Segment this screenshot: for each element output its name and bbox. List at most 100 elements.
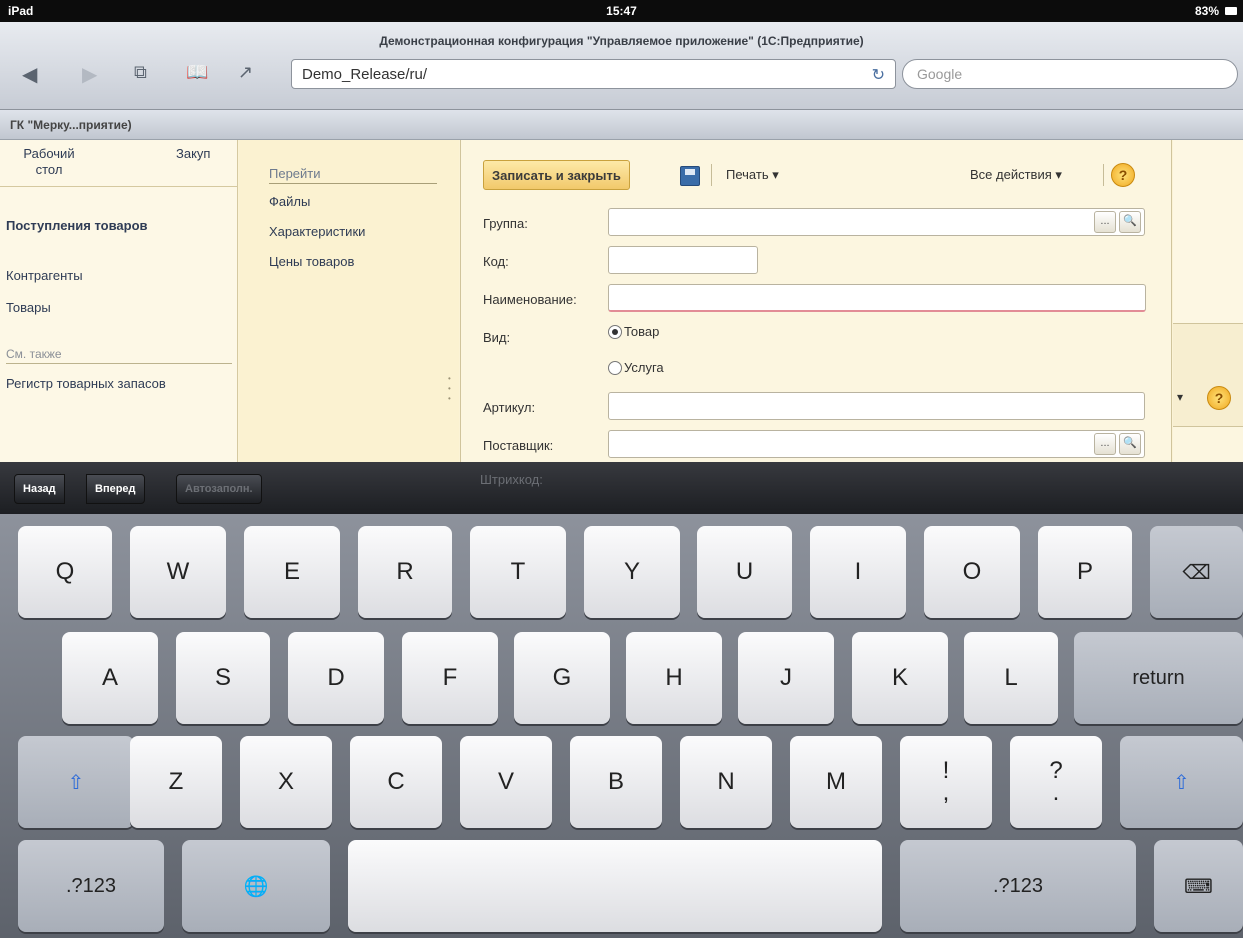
- numbers-key[interactable]: .?123: [18, 840, 164, 932]
- key-i[interactable]: I: [810, 526, 906, 618]
- chevron-down-icon[interactable]: ▾: [1177, 390, 1183, 404]
- key-q[interactable]: Q: [18, 526, 112, 618]
- pages-icon[interactable]: ⧉: [134, 62, 147, 83]
- key-k[interactable]: K: [852, 632, 948, 724]
- shift-icon[interactable]: ⇧: [1120, 736, 1243, 828]
- status-bar: iPad 15:47 83%: [0, 0, 1243, 22]
- kind-label: Вид:: [483, 330, 511, 345]
- key-z[interactable]: Z: [130, 736, 222, 828]
- bookmarks-icon[interactable]: 📖: [186, 62, 208, 83]
- key-h[interactable]: H: [626, 632, 722, 724]
- goto-heading: Перейти: [269, 166, 437, 184]
- key-c[interactable]: C: [350, 736, 442, 828]
- battery-percent: 83%: [1194, 4, 1219, 18]
- tab-label[interactable]: ГК "Мерку...приятие): [10, 118, 132, 132]
- reload-icon[interactable]: ↻: [872, 65, 885, 85]
- key-question-period[interactable]: ? .: [1010, 736, 1102, 828]
- code-field[interactable]: [608, 246, 758, 274]
- print-menu[interactable]: Печать ▾: [726, 167, 779, 183]
- choose-button[interactable]: ...: [1094, 433, 1116, 455]
- key-s[interactable]: S: [176, 632, 270, 724]
- article-field[interactable]: [608, 392, 1145, 420]
- kind-option-service: Услуга: [624, 360, 664, 375]
- splitter-handle[interactable]: • • •: [448, 374, 451, 404]
- key-d[interactable]: D: [288, 632, 384, 724]
- goto-files[interactable]: Файлы: [269, 194, 310, 209]
- browser-toolbar: Демонстрационная конфигурация "Управляем…: [0, 22, 1243, 110]
- keyboard-hide-icon[interactable]: ⌨: [1154, 840, 1243, 932]
- key-w[interactable]: W: [130, 526, 226, 618]
- search-input[interactable]: Google: [902, 59, 1238, 89]
- search-icon[interactable]: 🔍: [1119, 433, 1141, 455]
- kind-option-goods: Товар: [624, 324, 660, 339]
- key-u[interactable]: U: [697, 526, 792, 618]
- battery-icon: [1225, 7, 1237, 15]
- key-n[interactable]: N: [680, 736, 772, 828]
- save-icon[interactable]: [680, 166, 700, 186]
- tab-bar: ГК "Мерку...приятие): [0, 110, 1243, 140]
- left-panel: Рабочий стол Закуп Поступления товаров К…: [0, 140, 238, 462]
- backspace-icon[interactable]: ⌫: [1150, 526, 1243, 618]
- key-j[interactable]: J: [738, 632, 834, 724]
- key-bottom-char: ,: [942, 779, 950, 806]
- key-p[interactable]: P: [1038, 526, 1132, 618]
- space-key[interactable]: [348, 840, 882, 932]
- key-m[interactable]: M: [790, 736, 882, 828]
- nav-item-receipts[interactable]: Поступления товаров: [6, 218, 148, 233]
- save-close-button[interactable]: Записать и закрыть: [483, 160, 630, 190]
- section-purchases[interactable]: Закуп: [176, 146, 210, 161]
- app-area: Рабочий стол Закуп Поступления товаров К…: [0, 140, 1243, 462]
- key-r[interactable]: R: [358, 526, 452, 618]
- help-icon[interactable]: ?: [1207, 386, 1231, 410]
- nav-item-stock-register[interactable]: Регистр товарных запасов: [6, 376, 238, 391]
- print-label: Печать: [726, 167, 769, 182]
- shift-icon[interactable]: ⇧: [18, 736, 134, 828]
- url-text: Demo_Release/ru/: [302, 66, 428, 83]
- radio-icon[interactable]: [608, 360, 622, 375]
- nav-item-goods[interactable]: Товары: [6, 300, 51, 315]
- all-actions-label: Все действия: [970, 167, 1052, 182]
- name-field[interactable]: [608, 284, 1146, 312]
- item-form: Записать и закрыть Печать ▾ Все действия…: [460, 140, 1172, 462]
- back-icon[interactable]: ◀: [22, 62, 37, 87]
- onscreen-keyboard: Q W E R T Y U I O P ⌫ A S D F G H J K L …: [0, 514, 1243, 938]
- goto-characteristics[interactable]: Характеристики: [269, 224, 365, 239]
- autofill-button[interactable]: Автозаполн.: [176, 474, 262, 504]
- key-l[interactable]: L: [964, 632, 1058, 724]
- forward-icon[interactable]: ▶: [82, 62, 97, 87]
- help-icon[interactable]: ?: [1111, 163, 1135, 187]
- key-exclamation-comma[interactable]: ! ,: [900, 736, 992, 828]
- name-label: Наименование:: [483, 292, 577, 307]
- search-icon[interactable]: 🔍: [1119, 211, 1141, 233]
- supplier-field[interactable]: ... 🔍: [608, 430, 1145, 458]
- kind-radio-service[interactable]: Услуга: [608, 360, 664, 375]
- key-a[interactable]: A: [62, 632, 158, 724]
- key-v[interactable]: V: [460, 736, 552, 828]
- see-also-heading: См. также: [6, 347, 232, 364]
- next-field-button[interactable]: Вперед: [86, 474, 145, 504]
- share-icon[interactable]: ↗: [238, 62, 253, 83]
- key-o[interactable]: O: [924, 526, 1020, 618]
- choose-button[interactable]: ...: [1094, 211, 1116, 233]
- key-y[interactable]: Y: [584, 526, 680, 618]
- return-key[interactable]: return: [1074, 632, 1243, 724]
- url-input[interactable]: Demo_Release/ru/ ↻: [291, 59, 896, 89]
- key-b[interactable]: B: [570, 736, 662, 828]
- goto-prices[interactable]: Цены товаров: [269, 254, 354, 269]
- kind-radio-goods[interactable]: Товар: [608, 324, 659, 339]
- clock: 15:47: [606, 4, 637, 18]
- prev-field-button[interactable]: Назад: [14, 474, 65, 504]
- key-f[interactable]: F: [402, 632, 498, 724]
- radio-selected-icon[interactable]: [608, 324, 622, 339]
- key-x[interactable]: X: [240, 736, 332, 828]
- section-desktop[interactable]: Рабочий стол: [12, 146, 86, 178]
- group-field[interactable]: ... 🔍: [608, 208, 1145, 236]
- divider: [0, 186, 237, 187]
- globe-icon[interactable]: 🌐: [182, 840, 330, 932]
- all-actions-menu[interactable]: Все действия ▾: [970, 167, 1062, 183]
- numbers-key[interactable]: .?123: [900, 840, 1136, 932]
- key-g[interactable]: G: [514, 632, 610, 724]
- key-t[interactable]: T: [470, 526, 566, 618]
- nav-item-counterparties[interactable]: Контрагенты: [6, 268, 83, 283]
- key-e[interactable]: E: [244, 526, 340, 618]
